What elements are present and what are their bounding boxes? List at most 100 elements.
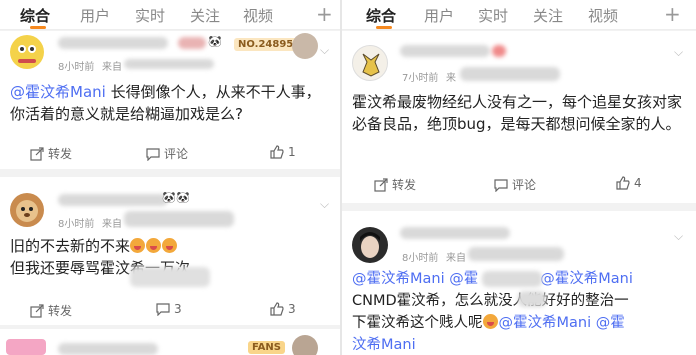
like-count: 1 <box>288 145 296 159</box>
chevron-down-icon[interactable]: ⌵ <box>674 45 683 60</box>
user-avatar[interactable] <box>10 35 44 69</box>
blurred-username <box>400 227 510 239</box>
user-avatar[interactable] <box>10 193 44 227</box>
tab-realtime[interactable]: 实时 <box>135 5 165 26</box>
user-avatar[interactable] <box>352 227 388 263</box>
repost-icon <box>30 146 44 161</box>
comment-button[interactable]: 3 <box>156 302 182 316</box>
repost-label: 转发 <box>48 304 73 318</box>
post-time: 8小时前 <box>402 253 439 264</box>
post-card: 🐼 NO.248957 8小时前 来自 ⌵ @霍汶希Mani 长得倒像个人，从来… <box>0 31 340 169</box>
blurred-username <box>400 45 490 57</box>
tongue-emoji-icon <box>162 238 178 253</box>
divider <box>0 169 340 177</box>
post-source: 来自 <box>446 253 466 264</box>
repost-icon <box>30 303 44 318</box>
like-count: 3 <box>288 302 296 316</box>
tab-users[interactable]: 用户 <box>80 5 110 26</box>
post-time: 8小时前 <box>58 62 95 73</box>
mention-link[interactable]: @霍 <box>596 315 625 331</box>
repost-button[interactable]: 转发 <box>30 145 72 162</box>
mention-link[interactable]: @霍 <box>449 271 478 287</box>
fan-badge-avatar <box>292 335 318 355</box>
post-text: @霍汶希Mani 长得倒像个人，从来不干人事，你活着的意义就是给糊逼加戏是么? <box>10 81 322 125</box>
like-button[interactable]: 3 <box>270 302 296 316</box>
post-card: FANS <box>0 329 340 355</box>
comment-button[interactable]: 评论 <box>146 145 188 162</box>
comment-label: 评论 <box>512 178 537 192</box>
blurred-source <box>124 59 214 69</box>
tongue-emoji-icon <box>146 238 162 253</box>
blurred-username <box>58 194 168 206</box>
blurred-username <box>58 343 158 355</box>
tab-bar: 综合 用户 实时 关注 视频 + <box>342 0 696 30</box>
user-avatar[interactable] <box>6 339 46 355</box>
like-button[interactable]: 4 <box>616 176 642 190</box>
blurred-overlay <box>482 271 542 287</box>
active-tab-indicator <box>376 26 392 29</box>
add-tab-button[interactable]: + <box>316 2 333 26</box>
tab-bar: 综合 用户 实时 关注 视频 + <box>0 0 340 30</box>
comment-icon <box>494 178 508 192</box>
comment-label: 评论 <box>164 147 189 161</box>
post-source: 来自 <box>102 62 122 73</box>
active-tab-indicator <box>30 26 46 29</box>
tongue-emoji-icon <box>130 238 146 253</box>
panda-icon: 🐼 <box>162 191 176 204</box>
tab-video[interactable]: 视频 <box>588 5 618 26</box>
post-card: 🐼 🐼 8小时前 来自 ⌵ 旧的不去新的不来 但我还要辱骂霍汶希一万次 转发 3… <box>0 177 340 325</box>
blurred-icons <box>492 45 506 57</box>
post-card: 8小时前 来自 ⌵ @霍汶希Mani @霍 @霍汶希Mani CNMD霍汶希，怎么… <box>342 211 696 355</box>
tab-video[interactable]: 视频 <box>243 5 273 26</box>
left-screenshot: 综合 用户 实时 关注 视频 + 🐼 NO.248957 8小时前 来自 ⌵ @… <box>0 0 340 355</box>
post-time: 7小时前 <box>402 73 439 84</box>
fan-badge-avatar <box>292 33 318 59</box>
blurred-source <box>468 247 564 261</box>
post-time: 8小时前 <box>58 219 95 230</box>
thumbs-up-icon <box>270 302 284 316</box>
comment-icon <box>156 303 170 316</box>
tab-comprehensive[interactable]: 综合 <box>366 5 396 26</box>
thumbs-up-icon <box>270 145 284 159</box>
blurred-icons <box>178 37 206 49</box>
tab-users[interactable]: 用户 <box>424 5 454 26</box>
comment-count: 3 <box>174 302 182 316</box>
post-line: 下霍汶希这个贱人呢 <box>352 315 483 331</box>
post-text: 霍汶希最废物经纪人没有之一，每个追星女孩对家必备良品，绝顶bug，是每天都想问候… <box>352 93 683 133</box>
tab-following[interactable]: 关注 <box>190 5 220 26</box>
blurred-overlay <box>518 291 546 307</box>
chevron-down-icon[interactable]: ⌵ <box>320 43 329 58</box>
right-screenshot: 综合 用户 实时 关注 视频 + 7小时前 来 ⌵ 霍汶希最废物经纪人没有之一，… <box>342 0 696 355</box>
like-button[interactable]: 1 <box>270 145 296 159</box>
mention-link[interactable]: @霍汶希Mani <box>499 315 592 331</box>
add-tab-button[interactable]: + <box>664 2 681 26</box>
post-line: 旧的不去新的不来 <box>10 237 131 255</box>
chevron-down-icon[interactable]: ⌵ <box>674 229 683 244</box>
crying-emoji-icon <box>482 314 498 329</box>
blurred-source <box>124 211 234 227</box>
chevron-down-icon[interactable]: ⌵ <box>320 197 329 212</box>
repost-button[interactable]: 转发 <box>30 302 72 319</box>
repost-label: 转发 <box>392 178 417 192</box>
mention-link[interactable]: 汶希Mani <box>352 334 692 355</box>
tab-following[interactable]: 关注 <box>533 5 563 26</box>
blurred-overlay <box>130 267 210 287</box>
mention-link[interactable]: @霍汶希Mani <box>10 83 106 101</box>
repost-button[interactable]: 转发 <box>374 176 416 193</box>
panda-icon: 🐼 <box>208 35 222 48</box>
user-avatar[interactable] <box>352 45 388 81</box>
mention-link[interactable]: @霍汶希Mani <box>352 271 445 287</box>
post-card: 7小时前 来 ⌵ 霍汶希最废物经纪人没有之一，每个追星女孩对家必备良品，绝顶bu… <box>342 31 696 203</box>
comment-button[interactable]: 评论 <box>494 176 536 193</box>
divider <box>342 203 696 211</box>
blurred-username <box>58 37 168 49</box>
mention-link[interactable]: @霍汶希Mani <box>540 271 633 287</box>
repost-icon <box>374 177 388 192</box>
like-count: 4 <box>634 176 642 190</box>
repost-label: 转发 <box>48 147 73 161</box>
tab-realtime[interactable]: 实时 <box>478 5 508 26</box>
thumbs-up-icon <box>616 176 630 190</box>
blurred-source <box>460 67 560 81</box>
tab-comprehensive[interactable]: 综合 <box>20 5 50 26</box>
panda-icon: 🐼 <box>176 191 190 204</box>
